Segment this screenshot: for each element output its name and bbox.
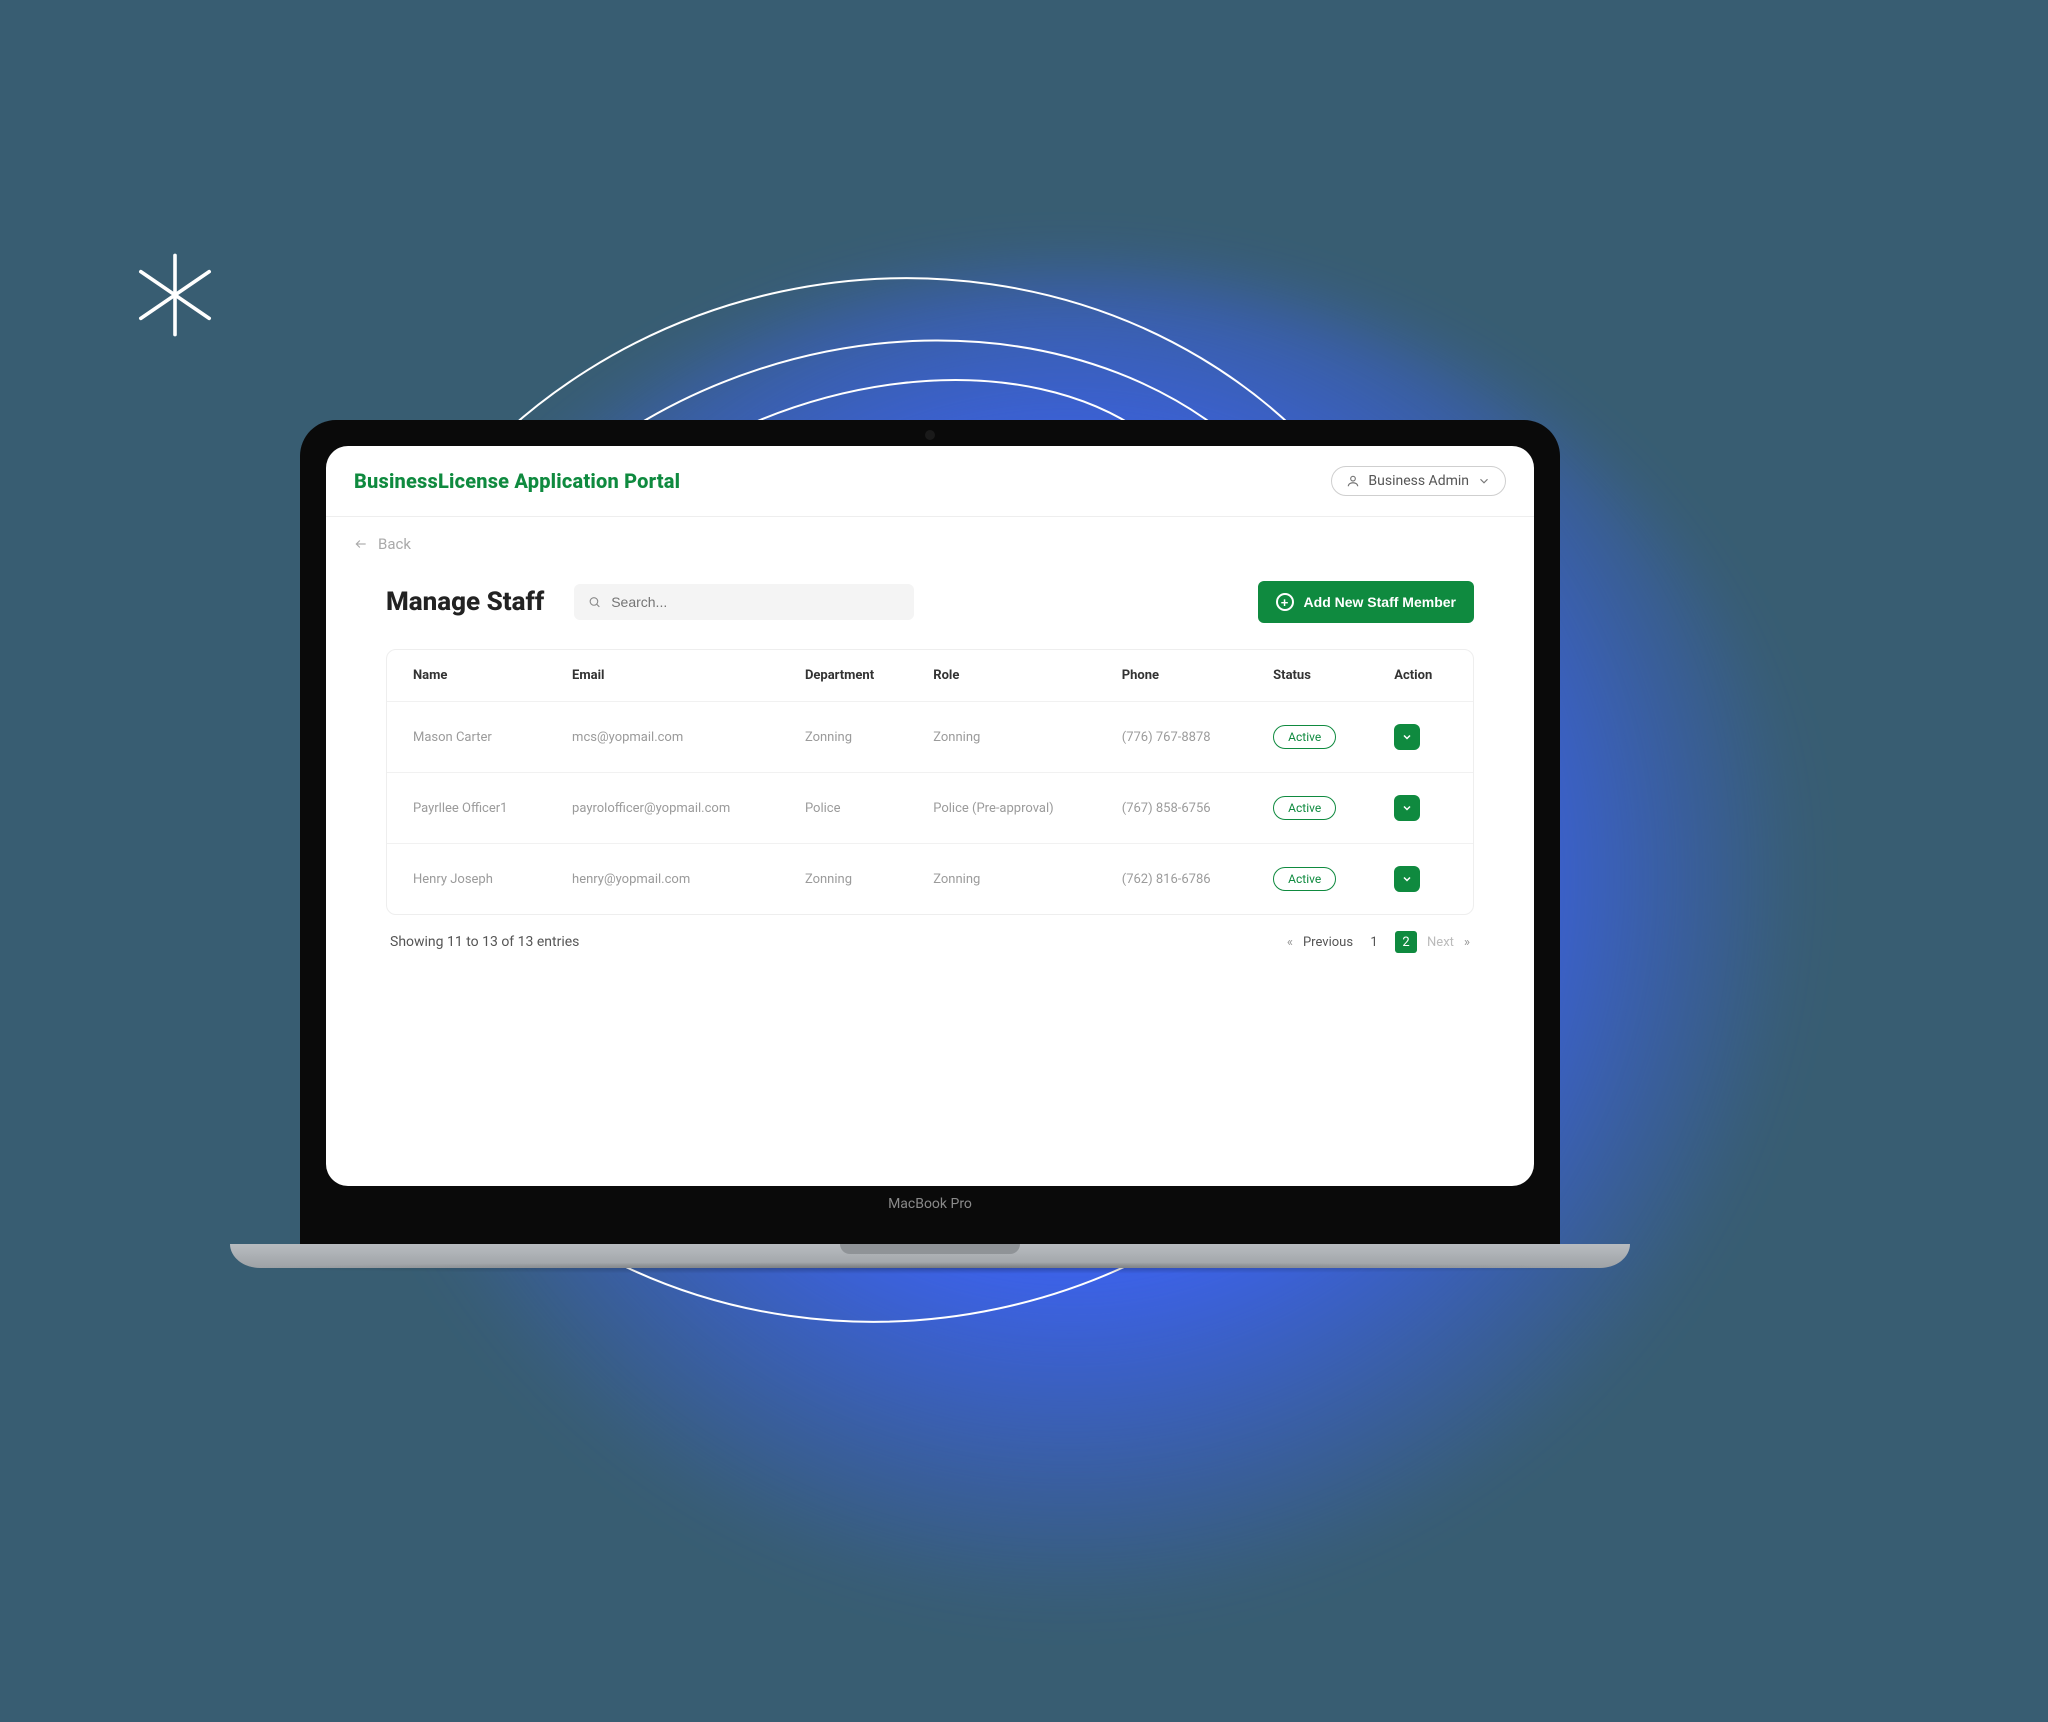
col-department: Department [785,650,913,702]
back-button[interactable]: Back [326,517,1534,571]
star-icon [130,250,220,340]
cell-email: mcs@yopmail.com [552,702,785,773]
entries-summary: Showing 11 to 13 of 13 entries [390,934,579,950]
user-menu[interactable]: Business Admin [1331,466,1506,496]
add-staff-button[interactable]: + Add New Staff Member [1258,581,1474,623]
laptop-mockup: BusinessLicense Application Portal Busin… [300,420,1560,1268]
cell-name: Payrllee Officer1 [387,773,552,844]
camera-notch [925,430,935,440]
chevron-down-icon [1401,731,1413,743]
col-role: Role [913,650,1102,702]
pager-first[interactable]: « [1287,935,1293,950]
chevron-down-icon [1401,873,1413,885]
staff-table: Name Email Department Role Phone Status … [386,649,1474,915]
pager-last: » [1464,935,1470,950]
cell-role: Police (Pre-approval) [913,773,1102,844]
row-action-button[interactable] [1394,866,1420,892]
row-action-button[interactable] [1394,724,1420,750]
col-status: Status [1253,650,1374,702]
search-box[interactable] [574,584,914,620]
pager-next: Next [1427,931,1454,953]
back-label: Back [378,535,411,553]
arrow-left-icon [354,537,368,551]
status-badge: Active [1273,796,1336,820]
user-label: Business Admin [1368,473,1469,489]
cell-name: Henry Joseph [387,844,552,915]
pager-page-2[interactable]: 2 [1395,931,1417,953]
cell-name: Mason Carter [387,702,552,773]
cell-dept: Zonning [785,702,913,773]
laptop-base [230,1244,1630,1268]
device-label: MacBook Pro [326,1186,1534,1226]
chevron-down-icon [1477,474,1491,488]
table-row: Payrllee Officer1 payrolofficer@yopmail.… [387,773,1473,844]
cell-role: Zonning [913,844,1102,915]
pagination: « Previous 1 2 Next » [1287,931,1470,953]
cell-email: payrolofficer@yopmail.com [552,773,785,844]
table-row: Henry Joseph henry@yopmail.com Zonning Z… [387,844,1473,915]
brand-title: BusinessLicense Application Portal [354,469,680,493]
col-email: Email [552,650,785,702]
search-input[interactable] [611,594,900,610]
app-header: BusinessLicense Application Portal Busin… [326,446,1534,517]
col-action: Action [1374,650,1473,702]
cell-role: Zonning [913,702,1102,773]
cell-phone: (762) 816-6786 [1102,844,1253,915]
status-badge: Active [1273,725,1336,749]
col-name: Name [387,650,552,702]
plus-icon: + [1276,593,1294,611]
cell-dept: Police [785,773,913,844]
row-action-button[interactable] [1394,795,1420,821]
user-icon [1346,474,1360,488]
cell-phone: (776) 767-8878 [1102,702,1253,773]
cell-dept: Zonning [785,844,913,915]
status-badge: Active [1273,867,1336,891]
cell-email: henry@yopmail.com [552,844,785,915]
add-button-label: Add New Staff Member [1304,594,1456,610]
search-icon [588,595,601,609]
pager-page-1[interactable]: 1 [1363,931,1385,953]
page-title: Manage Staff [386,587,544,617]
pager-prev[interactable]: Previous [1303,931,1353,953]
cell-phone: (767) 858-6756 [1102,773,1253,844]
table-row: Mason Carter mcs@yopmail.com Zonning Zon… [387,702,1473,773]
chevron-down-icon [1401,802,1413,814]
col-phone: Phone [1102,650,1253,702]
